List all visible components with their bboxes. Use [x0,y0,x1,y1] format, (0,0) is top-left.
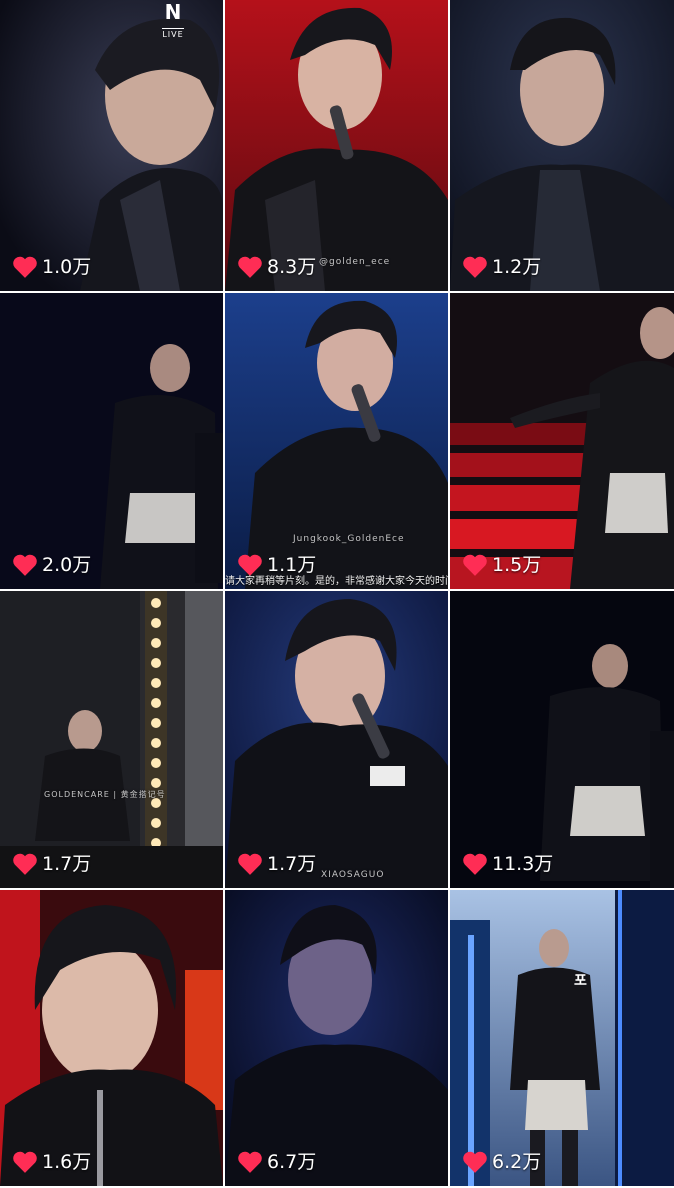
like-count: 2.0万 [12,553,91,577]
video-tile-5[interactable]: Jungkook_GoldenEce 1.1万 请大家再稍等片刻。是的，非常感谢… [225,293,448,589]
thumbnail-image [0,293,223,589]
like-count-value: 8.3万 [267,256,317,278]
video-tile-2[interactable]: @golden_ece 8.3万 [225,0,448,291]
video-tile-10[interactable]: 1.6万 [0,890,223,1186]
like-count-value: 11.3万 [492,853,554,875]
netflix-logo: N [164,0,182,24]
video-tile-6[interactable]: 1.5万 [450,293,674,589]
like-count: 1.2万 [462,255,541,279]
like-count-value: 1.6万 [42,1151,92,1173]
thumbnail-image [0,591,223,888]
like-count-value: 6.7万 [267,1151,317,1173]
like-count-value: 6.2万 [492,1151,542,1173]
thumbnail-image [225,890,448,1186]
heart-icon [13,1151,37,1173]
subtitle-caption: 请大家再稍等片刻。是的，非常感谢大家今天的时间。是 [225,576,448,587]
thumbnail-image [0,890,223,1186]
heart-icon [13,853,37,875]
like-count: 1.7万 [12,852,91,876]
live-badge: N LIVE [158,2,188,41]
like-count: 1.7万 [237,852,316,876]
video-tile-3[interactable]: 1.2万 [450,0,674,291]
like-count: 1.5万 [462,553,541,577]
like-count: 6.7万 [237,1150,316,1174]
video-tile-7[interactable]: GOLDENCARE | 黄金搭记号 1.7万 [0,591,223,888]
heart-icon [13,256,37,278]
watermark: XIAOSAGUO [321,870,385,880]
heart-icon [463,554,487,576]
like-count-value: 1.0万 [42,256,92,278]
thumbnail-image [225,293,448,589]
like-count: 8.3万 [237,255,316,279]
heart-icon [463,256,487,278]
like-count-value: 1.7万 [267,853,317,875]
watermark: GOLDENCARE | 黄金搭记号 [44,790,166,799]
live-label: LIVE [162,28,184,39]
watermark: Jungkook_GoldenEce [293,534,405,544]
like-count: 6.2万 [462,1150,541,1174]
like-count: 11.3万 [462,852,553,876]
thumbnail-image [225,0,448,291]
thumbnail-image [450,0,674,291]
like-count-value: 1.2万 [492,256,542,278]
heart-icon [463,1151,487,1173]
heart-icon [238,1151,262,1173]
like-count: 1.0万 [12,255,91,279]
video-tile-1[interactable]: N LIVE 1.0万 [0,0,223,291]
video-tile-12[interactable]: 포 6.2万 [450,890,674,1186]
heart-icon [463,853,487,875]
video-tile-4[interactable]: 2.0万 [0,293,223,589]
thumbnail-image [225,591,448,888]
like-count-value: 1.7万 [42,853,92,875]
video-tile-9[interactable]: 11.3万 [450,591,674,888]
like-count-value: 2.0万 [42,554,92,576]
like-count-value: 1.5万 [492,554,542,576]
video-grid: N LIVE 1.0万 @golden_ece 8.3万 1.2万 2.0万 J… [0,0,674,1188]
thumbnail-image [450,591,674,888]
video-tile-8[interactable]: XIAOSAGUO 1.7万 [225,591,448,888]
overlay-caption: 포 [574,973,587,989]
like-count: 1.6万 [12,1150,91,1174]
heart-icon [238,853,262,875]
heart-icon [238,256,262,278]
watermark: @golden_ece [319,257,391,267]
video-tile-11[interactable]: 6.7万 [225,890,448,1186]
thumbnail-image [450,293,674,589]
thumbnail-image [0,0,223,291]
heart-icon [13,554,37,576]
thumbnail-image [450,890,674,1186]
